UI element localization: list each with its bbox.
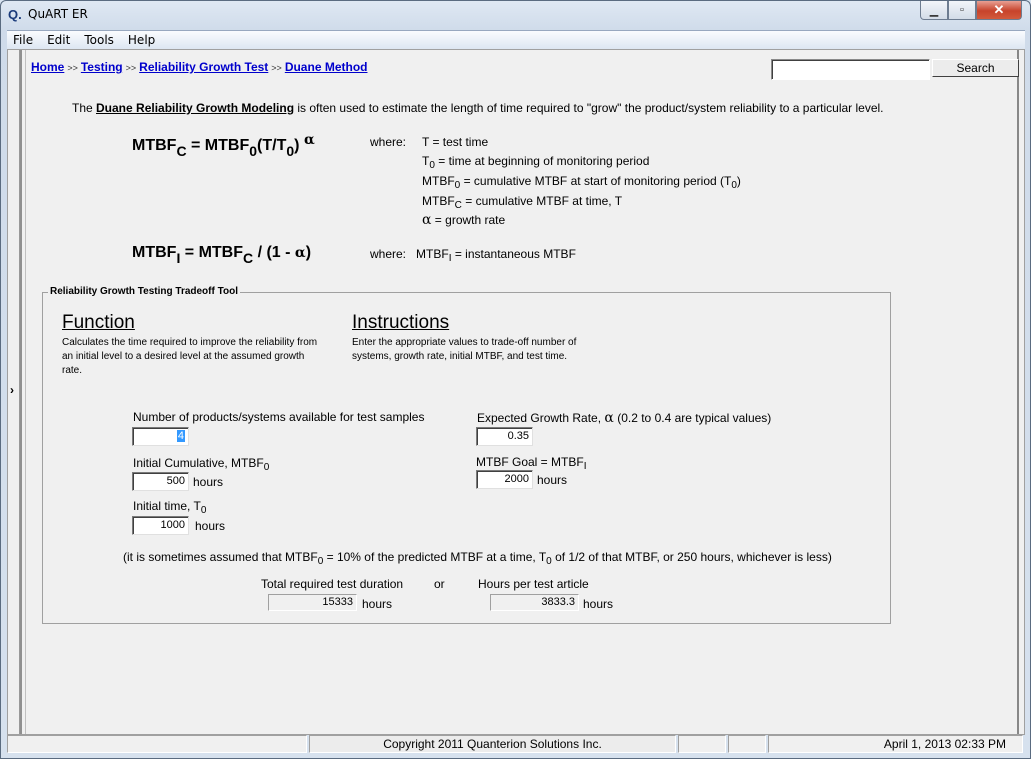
mtbf-goal-unit: hours: [537, 473, 568, 487]
hours-per-article-output: 3833.3: [490, 594, 579, 611]
growth-rate-label: Expected Growth Rate, α (0.2 to 0.4 are …: [477, 410, 772, 426]
instructions-heading: Instructions: [352, 312, 450, 333]
minimize-button[interactable]: ▁: [920, 1, 948, 20]
total-duration-label: Total required test duration: [261, 577, 404, 591]
definition-test-time: T = test time: [422, 135, 489, 149]
where-label: where:: [370, 135, 407, 149]
status-bar: Copyright 2011 Quanterion Solutions Inc.…: [7, 735, 1025, 755]
definition-mtbf0: MTBF0 = cumulative MTBF at start of moni…: [422, 174, 741, 191]
mtbf-goal-input[interactable]: 2000: [476, 470, 533, 489]
definition-mtbfc: MTBFC = cumulative MTBF at time, T: [422, 194, 623, 211]
status-panel-empty: [7, 735, 307, 753]
content-pane: Home >> Testing >> Reliability Growth Test >>…: [26, 50, 1019, 734]
initial-time-label: Initial time, T0: [133, 499, 207, 516]
title-bar: Q. QuART ER ▁ ▫ ✕: [1, 1, 1030, 29]
breadcrumb: Home >> Testing >> Reliability Growth Test >>…: [31, 60, 367, 74]
side-panel-collapsed[interactable]: ›: [8, 50, 20, 734]
or-label: or: [434, 577, 445, 591]
minimize-icon: ▁: [929, 4, 939, 17]
breadcrumb-reliability-growth-test[interactable]: Reliability Growth Test: [139, 60, 268, 74]
tradeoff-tool-title: Reliability Growth Testing Tradeoff Tool: [48, 286, 240, 297]
num-products-label: Number of products/systems available for…: [133, 410, 425, 424]
status-copyright: Copyright 2011 Quanterion Solutions Inc.: [309, 735, 676, 753]
menu-bar: File Edit Tools Help: [7, 30, 1025, 49]
search-button[interactable]: Search: [932, 59, 1019, 77]
num-products-input[interactable]: 4: [132, 427, 189, 446]
duane-instantaneous-formula: MTBFI = MTBFC / (1 - α): [132, 244, 312, 266]
function-description: Calculates the time required to improve …: [62, 337, 318, 376]
growth-rate-input[interactable]: 0.35: [476, 427, 533, 446]
breadcrumb-separator: >>: [125, 63, 137, 73]
function-heading: Function: [62, 312, 135, 333]
duane-model-link[interactable]: Duane Reliability Growth Modeling: [96, 101, 294, 115]
hours-per-article-unit: hours: [583, 597, 614, 611]
menu-file[interactable]: File: [7, 33, 40, 47]
menu-edit[interactable]: Edit: [40, 33, 77, 47]
client-area: › Home >> Testing >> Reliability Growth Test…: [7, 49, 1025, 735]
app-window: Q. QuART ER ▁ ▫ ✕ File Edit Tools Help ›…: [0, 0, 1031, 759]
app-logo-icon: Q.: [8, 7, 22, 22]
definition-alpha: α = growth rate: [422, 212, 506, 228]
menu-tools[interactable]: Tools: [77, 33, 121, 47]
hours-per-article-label: Hours per test article: [478, 577, 589, 591]
initial-mtbf-unit: hours: [193, 475, 224, 489]
status-panel-3: [728, 735, 766, 753]
expand-panel-icon[interactable]: ›: [10, 383, 14, 397]
where-instantaneous: where: MTBFI = instantaneous MTBF: [370, 247, 576, 264]
initial-mtbf-input[interactable]: 500: [132, 472, 189, 491]
total-duration-unit: hours: [362, 597, 393, 611]
breadcrumb-separator: >>: [67, 63, 78, 73]
breadcrumb-testing[interactable]: Testing: [81, 60, 123, 74]
maximize-icon: ▫: [960, 4, 964, 16]
status-panel-2: [678, 735, 726, 753]
initial-time-input[interactable]: 1000: [132, 516, 189, 535]
menu-help[interactable]: Help: [121, 33, 162, 47]
close-icon: ✕: [993, 2, 1005, 17]
breadcrumb-home[interactable]: Home: [31, 60, 64, 74]
duane-cumulative-formula: MTBFC = MTBF0(T/T0) α: [132, 132, 315, 159]
breadcrumb-separator: >>: [271, 63, 282, 73]
total-duration-output: 15333: [268, 594, 357, 611]
maximize-button[interactable]: ▫: [948, 1, 976, 20]
status-datetime: April 1, 2013 02:33 PM: [768, 735, 1023, 753]
breadcrumb-duane-method[interactable]: Duane Method: [285, 60, 368, 74]
assumption-note: (it is sometimes assumed that MTBF0 = 10…: [123, 550, 832, 567]
search-input[interactable]: [771, 59, 930, 80]
initial-time-unit: hours: [195, 519, 226, 533]
close-button[interactable]: ✕: [976, 1, 1022, 20]
intro-text: The Duane Reliability Growth Modeling is…: [72, 101, 884, 115]
initial-mtbf-label: Initial Cumulative, MTBF0: [133, 456, 270, 473]
window-title: QuART ER: [28, 7, 88, 21]
instructions-description: Enter the appropriate values to trade-of…: [352, 337, 577, 362]
definition-t0: T0 = time at beginning of monitoring per…: [422, 154, 650, 171]
